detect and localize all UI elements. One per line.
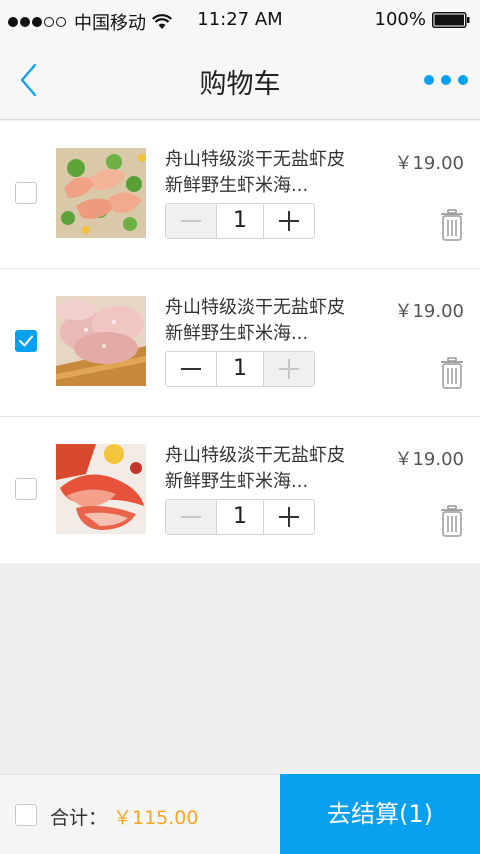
quantity-value[interactable]: 1: [216, 500, 264, 534]
product-name-line2: 新鲜野生虾米海...: [165, 175, 309, 196]
item-checkbox[interactable]: [15, 330, 37, 352]
product-image[interactable]: [56, 148, 146, 238]
decrease-button[interactable]: [166, 500, 216, 534]
product-name-line2: 新鲜野生虾米海...: [165, 471, 309, 492]
decrease-button[interactable]: [166, 204, 216, 238]
quantity-stepper: 1: [165, 499, 315, 535]
cart-item: 舟山特级淡干无盐虾皮 新鲜野生虾米海... ￥19.00 1: [0, 269, 480, 417]
select-all-checkbox[interactable]: [15, 804, 37, 826]
minus-icon: [181, 516, 201, 518]
product-name-line1: 舟山特级淡干无盐虾皮: [165, 297, 345, 318]
minus-icon: [181, 220, 201, 222]
decrease-button[interactable]: [166, 352, 216, 386]
quantity-value[interactable]: 1: [216, 204, 264, 238]
total-label: 合计：: [50, 807, 108, 829]
minus-icon: [181, 368, 201, 370]
product-name-line1: 舟山特级淡干无盐虾皮: [165, 149, 345, 170]
checkout-bar: 合计： ￥115.00 去结算(1): [0, 774, 480, 854]
trash-icon: [441, 209, 463, 241]
cart-item: 舟山特级淡干无盐虾皮 新鲜野生虾米海... ￥19.00 1: [0, 121, 480, 269]
delete-button[interactable]: [440, 357, 464, 389]
product-image[interactable]: [56, 296, 146, 386]
plus-icon: [279, 359, 299, 379]
page-title: 购物车: [199, 69, 281, 100]
item-checkbox[interactable]: [15, 478, 37, 500]
product-price: ￥19.00: [394, 301, 464, 322]
product-price: ￥19.00: [394, 449, 464, 470]
plus-icon: [279, 211, 299, 231]
checkout-button[interactable]: 去结算(1): [280, 774, 480, 854]
product-name-line2: 新鲜野生虾米海...: [165, 323, 309, 344]
trash-icon: [441, 505, 463, 537]
total-amount: ￥115.00: [113, 807, 199, 829]
checkmark-icon: [19, 335, 33, 347]
more-dot: [424, 75, 434, 85]
delete-button[interactable]: [440, 505, 464, 537]
plus-icon: [279, 507, 299, 527]
status-right: 100%: [375, 9, 470, 30]
product-name[interactable]: 舟山特级淡干无盐虾皮 新鲜野生虾米海...: [165, 443, 365, 495]
status-bar: 中国移动 11:27 AM 100%: [0, 0, 480, 40]
trash-icon: [441, 357, 463, 389]
quantity-value[interactable]: 1: [216, 352, 264, 386]
item-checkbox[interactable]: [15, 182, 37, 204]
cart-list: 舟山特级淡干无盐虾皮 新鲜野生虾米海... ￥19.00 1 舟山特级淡干无盐虾…: [0, 121, 480, 563]
battery-percent: 100%: [374, 9, 426, 30]
product-price: ￥19.00: [394, 153, 464, 174]
increase-button[interactable]: [264, 352, 314, 386]
more-dot: [458, 75, 468, 85]
quantity-stepper: 1: [165, 203, 315, 239]
more-button[interactable]: [424, 66, 468, 94]
cart-screen: 中国移动 11:27 AM 100% 购物车 舟山特级淡干无盐虾皮 新鲜野生虾米…: [0, 0, 480, 854]
product-image[interactable]: [56, 444, 146, 534]
increase-button[interactable]: [264, 204, 314, 238]
product-name[interactable]: 舟山特级淡干无盐虾皮 新鲜野生虾米海...: [165, 295, 365, 347]
more-dot: [441, 75, 451, 85]
product-name-line1: 舟山特级淡干无盐虾皮: [165, 445, 345, 466]
nav-bar: 购物车: [0, 40, 480, 120]
delete-button[interactable]: [440, 209, 464, 241]
product-name[interactable]: 舟山特级淡干无盐虾皮 新鲜野生虾米海...: [165, 147, 365, 199]
cart-item: 舟山特级淡干无盐虾皮 新鲜野生虾米海... ￥19.00 1: [0, 417, 480, 563]
battery-full-icon: [432, 11, 470, 28]
increase-button[interactable]: [264, 500, 314, 534]
quantity-stepper: 1: [165, 351, 315, 387]
